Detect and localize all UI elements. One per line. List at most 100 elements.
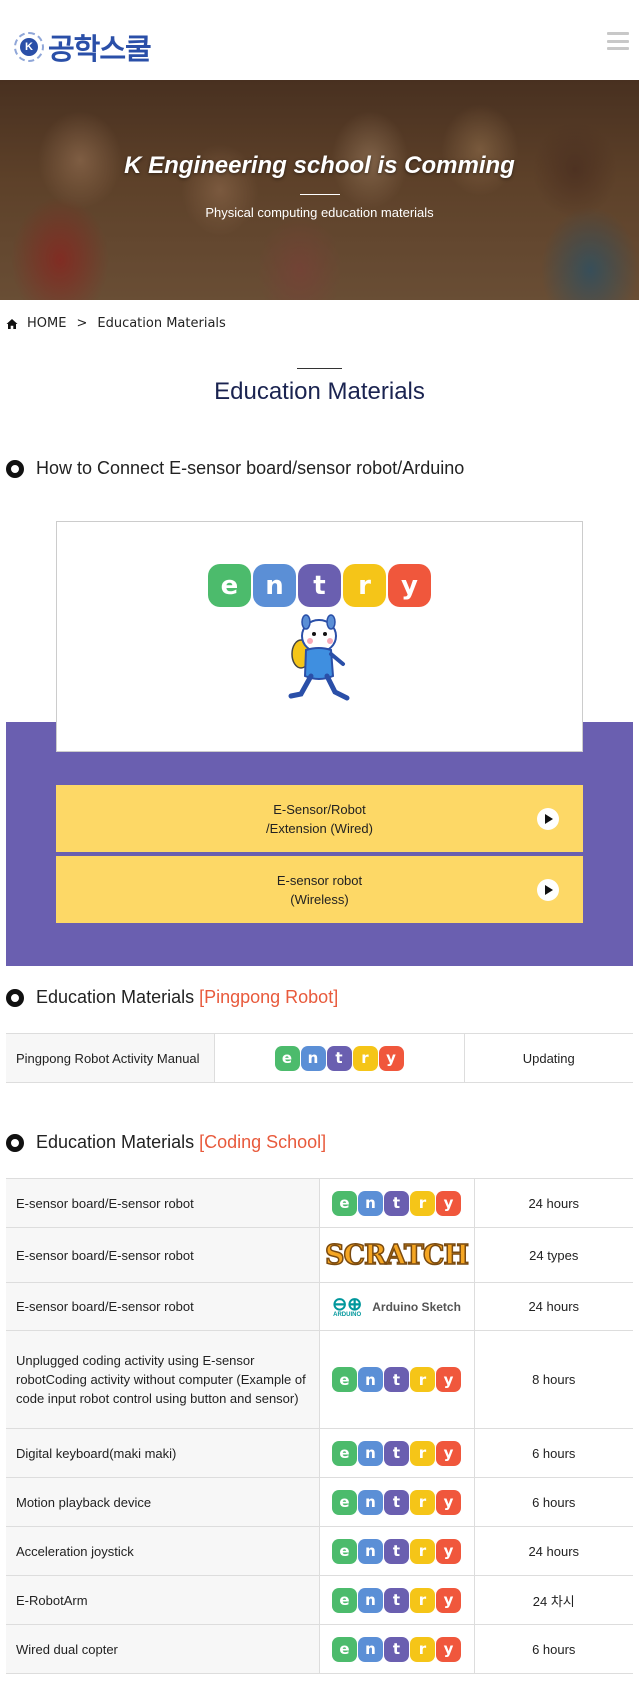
section-heading-connect: How to Connect E-sensor board/sensor rob…: [6, 458, 464, 479]
entry-logo[interactable]: entry: [332, 1190, 461, 1216]
logo-badge-icon: K: [14, 32, 44, 62]
entry-letter: y: [388, 564, 431, 607]
entry-letter: r: [410, 1489, 435, 1515]
logo-text: 공학스쿨: [48, 32, 152, 66]
entry-letter: t: [298, 564, 341, 607]
hero-image-overlay: [0, 80, 639, 300]
scratch-logo[interactable]: SCRATCH: [324, 1239, 470, 1272]
home-icon[interactable]: [6, 318, 18, 330]
site-logo[interactable]: K 공학스쿨: [14, 26, 152, 68]
table-row: Motion playback device e n t r y 6 hours: [6, 1477, 633, 1527]
row-value: 24 types: [474, 1227, 633, 1283]
entry-logo: entry: [208, 564, 431, 607]
row-value: 8 hours: [474, 1330, 633, 1429]
entry-letter: n: [358, 1587, 383, 1613]
hamburger-menu-icon[interactable]: [607, 32, 629, 50]
play-icon: [537, 808, 559, 830]
entry-letter: t: [384, 1489, 409, 1515]
arduino-infinity-icon: ⊖⊕ ARDUINO: [332, 1293, 363, 1318]
arduino-sketch-label: Arduino Sketch: [372, 1299, 461, 1314]
row-value: 24 hours: [474, 1282, 633, 1331]
row-name: Digital keyboard(maki maki): [6, 1428, 320, 1478]
row-status: Updating: [464, 1033, 633, 1083]
entry-letter: y: [436, 1489, 461, 1515]
hero-subtitle: Physical computing education materials: [205, 205, 434, 220]
entry-letter: e: [332, 1538, 357, 1564]
entry-letter: t: [384, 1440, 409, 1466]
title-divider: [297, 368, 342, 369]
section-heading-text: Education Materials: [36, 1132, 195, 1152]
entry-letter: r: [343, 564, 386, 607]
hero-title: K Engineering school is Comming: [124, 152, 515, 179]
table-row: E-RobotArm e n t r y 24 차시: [6, 1575, 633, 1625]
breadcrumb-separator: >: [76, 316, 88, 331]
entry-letter: y: [436, 1538, 461, 1564]
entry-logo[interactable]: entry: [332, 1489, 461, 1515]
entry-letter: r: [410, 1367, 435, 1392]
arduino-logo[interactable]: ⊖⊕ ARDUINO Arduino Sketch: [332, 1293, 461, 1318]
entry-letter: y: [378, 1045, 404, 1071]
entry-letter: t: [384, 1367, 409, 1392]
entry-letter: t: [384, 1538, 409, 1564]
breadcrumb-home-link[interactable]: HOME: [27, 316, 66, 331]
entry-letter: e: [332, 1367, 357, 1392]
row-name: Pingpong Robot Activity Manual: [6, 1033, 215, 1083]
wireless-connection-button[interactable]: E-sensor robot (Wireless): [56, 856, 583, 923]
entry-letter: e: [208, 564, 251, 607]
table-row: Unplugged coding activity using E-sensor…: [6, 1330, 633, 1429]
row-name: Wired dual copter: [6, 1624, 320, 1674]
entry-letter: n: [253, 564, 296, 607]
table-row: Digital keyboard(maki maki) e n t r y 6 hours: [6, 1428, 633, 1478]
entry-logo[interactable]: entry: [332, 1636, 461, 1662]
entry-mascot-icon: [288, 614, 350, 701]
entry-letter: y: [436, 1440, 461, 1466]
wired-connection-button[interactable]: E-Sensor/Robot/Extension (Wired): [56, 785, 583, 852]
entry-letter: r: [410, 1538, 435, 1564]
section-heading-text: Education Materials: [36, 987, 195, 1007]
row-name: E-RobotArm: [6, 1575, 320, 1625]
row-name: E-sensor board/E-sensor robot: [6, 1178, 320, 1228]
section-heading-coding-school: Education Materials [Coding School]: [6, 1132, 326, 1153]
entry-letter: e: [332, 1587, 357, 1613]
entry-letter: t: [326, 1045, 352, 1071]
entry-letter: e: [332, 1636, 357, 1662]
row-value: 6 hours: [474, 1428, 633, 1478]
entry-logo[interactable]: entry: [274, 1045, 404, 1071]
entry-logo[interactable]: entry: [332, 1538, 461, 1564]
entry-letter: y: [436, 1636, 461, 1662]
row-value: 24 hours: [474, 1178, 633, 1228]
entry-letter: y: [436, 1587, 461, 1613]
row-name: Unplugged coding activity using E-sensor…: [6, 1330, 320, 1429]
row-name: E-sensor board/E-sensor robot: [6, 1227, 320, 1283]
entry-letter: n: [358, 1538, 383, 1564]
table-row: Acceleration joystick e n t r y 24 hours: [6, 1526, 633, 1576]
row-value: 6 hours: [474, 1477, 633, 1527]
section-heading-pingpong: Education Materials [Pingpong Robot]: [6, 987, 338, 1008]
entry-letter: t: [384, 1190, 409, 1216]
entry-logo[interactable]: entry: [332, 1367, 461, 1392]
breadcrumb: HOME > Education Materials: [6, 316, 226, 331]
table-row: E-sensor board/E-sensor robot ⊖⊕ ARDUINO Ar…: [6, 1282, 633, 1331]
entry-letter: n: [358, 1190, 383, 1216]
bullet-circle-icon: [6, 459, 24, 478]
entry-letter: r: [410, 1587, 435, 1613]
entry-letter: t: [384, 1587, 409, 1613]
entry-letter: r: [410, 1440, 435, 1466]
entry-letter: t: [384, 1636, 409, 1662]
hero-divider: [300, 194, 340, 195]
row-value: 24 hours: [474, 1526, 633, 1576]
entry-letter: e: [332, 1489, 357, 1515]
entry-logo[interactable]: entry: [332, 1440, 461, 1466]
bullet-circle-icon: [6, 988, 24, 1007]
entry-logo[interactable]: entry: [332, 1587, 461, 1613]
section-heading-accent: [Coding School]: [199, 1132, 327, 1152]
entry-letter: e: [332, 1440, 357, 1466]
entry-letter: r: [410, 1636, 435, 1662]
section-heading-accent: [Pingpong Robot]: [199, 987, 339, 1007]
table-row: E-sensor board/E-sensor robot SCRATCH 24 t…: [6, 1227, 633, 1283]
table-row: Wired dual copter e n t r y 6 hours: [6, 1624, 633, 1674]
row-value: 24 차시: [474, 1575, 633, 1625]
entry-letter: e: [274, 1045, 300, 1071]
entry-letter: y: [436, 1190, 461, 1216]
entry-letter: n: [358, 1489, 383, 1515]
